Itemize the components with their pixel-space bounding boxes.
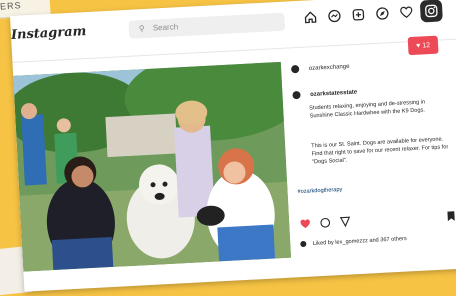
avatar	[300, 240, 307, 248]
notification-count: 12	[422, 41, 431, 49]
explore-icon[interactable]	[374, 5, 391, 22]
heart-icon[interactable]	[398, 4, 415, 21]
caption-header[interactable]: ozarkstatesstate	[292, 83, 452, 100]
post-caption-more: This is our St. Saint. Dogs are availabl…	[311, 136, 449, 166]
post-actions	[299, 209, 456, 231]
like-heart-icon[interactable]	[299, 217, 312, 230]
post-details-panel: ozarkexchange ozarkstatesstate Students …	[285, 48, 456, 267]
avatar	[292, 90, 301, 100]
scrap-text: ERS	[0, 0, 22, 12]
avatar	[290, 64, 300, 74]
instagram-window: Instagram ⚲ Search ♥ 12 ozarkexchange oz…	[10, 0, 456, 292]
bookmark-icon[interactable]	[445, 209, 456, 222]
share-icon[interactable]	[339, 214, 352, 228]
home-icon[interactable]	[302, 9, 319, 26]
search-input[interactable]: ⚲ Search	[128, 12, 286, 39]
author-username[interactable]: ozarkstatesstate	[310, 90, 357, 98]
post-header[interactable]: ozarkexchange	[290, 57, 451, 74]
post-caption: Students relaxing, enjoying and de-stres…	[309, 99, 426, 120]
new-post-icon[interactable]	[350, 6, 367, 23]
hashtag-link[interactable]: #ozarkdogtherapy	[297, 187, 342, 195]
heart-icon: ♥	[415, 42, 421, 50]
comment-icon[interactable]	[319, 215, 332, 228]
instagram-logo[interactable]: Instagram	[11, 24, 87, 43]
top-username[interactable]: ozarkexchange	[309, 64, 350, 72]
photo-scene	[13, 61, 292, 272]
post-photo[interactable]	[13, 61, 292, 272]
likes-summary[interactable]: Liked by lex_gomezzz and 367 others	[300, 233, 456, 248]
messenger-icon[interactable]	[326, 8, 343, 25]
search-placeholder: Search	[152, 22, 179, 33]
likes-text: Liked by lex_gomezzz and 367 others	[312, 236, 407, 247]
instagram-icon[interactable]	[419, 0, 443, 23]
search-icon: ⚲	[138, 23, 145, 34]
